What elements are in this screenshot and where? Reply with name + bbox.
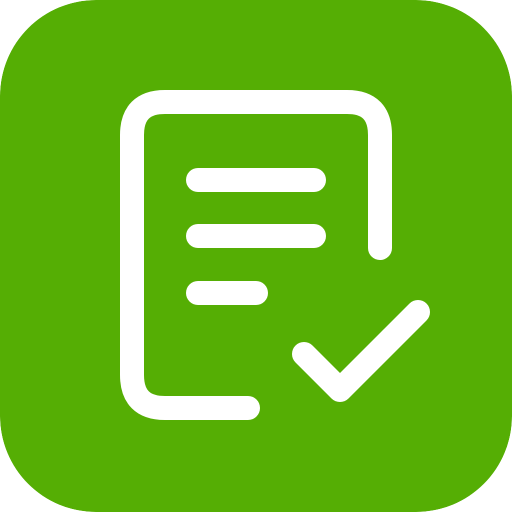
app-icon-tile	[0, 0, 512, 512]
document-checklist-icon	[0, 0, 512, 512]
icon-background	[0, 0, 512, 512]
